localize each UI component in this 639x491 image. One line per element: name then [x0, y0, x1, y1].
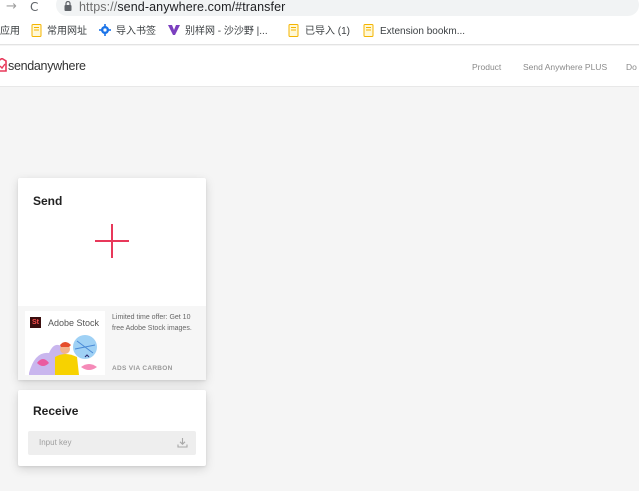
- gear-icon: [99, 24, 111, 36]
- input-key-placeholder: Input key: [39, 438, 72, 447]
- nav-download[interactable]: Do: [626, 62, 637, 72]
- receive-card: Receive Input key: [18, 390, 206, 466]
- input-key-field[interactable]: Input key: [28, 431, 196, 455]
- send-card: Send St Adobe Stock Limited time offer: …: [18, 178, 206, 380]
- reload-button[interactable]: C: [30, 0, 38, 14]
- add-file-button[interactable]: [95, 224, 129, 258]
- nav-plus[interactable]: Send Anywhere PLUS: [523, 62, 607, 72]
- carbon-ad[interactable]: St Adobe Stock Limited time offer: Get 1…: [18, 306, 206, 380]
- bookmark-apps[interactable]: 应用: [0, 25, 20, 38]
- ads-via-carbon-link[interactable]: ADS VIA CARBON: [112, 365, 173, 372]
- purple-logo-icon: [168, 25, 180, 35]
- folder-icon: [363, 24, 374, 37]
- folder-icon: [288, 24, 299, 37]
- site-logo-text[interactable]: sendanywhere: [8, 59, 86, 73]
- url-host-path: send-anywhere.com/#transfer: [117, 0, 286, 14]
- url-text[interactable]: https://send-anywhere.com/#transfer: [79, 0, 285, 14]
- url-scheme: https://: [79, 0, 118, 14]
- bookmark-common-sites[interactable]: 常用网址: [47, 25, 87, 38]
- sendanywhere-logo-icon[interactable]: [0, 58, 7, 72]
- bookmark-import[interactable]: 导入书签: [116, 25, 156, 38]
- ad-brand: Adobe Stock: [48, 318, 100, 328]
- bookmark-bieyang[interactable]: 别样网 - 沙沙野 |...: [185, 25, 268, 38]
- back-button[interactable]: →: [6, 0, 17, 14]
- bookmark-extension[interactable]: Extension bookm...: [380, 25, 465, 38]
- nav-product[interactable]: Product: [472, 62, 501, 72]
- address-bar-area: → C https://send-anywhere.com/#transfer: [0, 0, 639, 18]
- folder-icon: [31, 24, 42, 37]
- bookmark-imported[interactable]: 已导入 (1): [305, 25, 350, 38]
- adobe-stock-logo-icon: St: [30, 317, 41, 328]
- download-icon[interactable]: [177, 437, 188, 448]
- ad-illustration: [25, 333, 105, 375]
- site-header: sendanywhere Product Send Anywhere PLUS …: [0, 46, 639, 87]
- ad-image[interactable]: St Adobe Stock: [25, 311, 105, 375]
- ad-text[interactable]: Limited time offer: Get 10 free Adobe St…: [112, 312, 204, 334]
- lock-icon: [64, 1, 72, 11]
- send-title: Send: [33, 194, 63, 208]
- receive-title: Receive: [33, 404, 79, 418]
- bookmarks-bar: 应用 常用网址 导入书签 别样网 - 沙沙野 |... 已导入 (1) Exte…: [0, 18, 639, 45]
